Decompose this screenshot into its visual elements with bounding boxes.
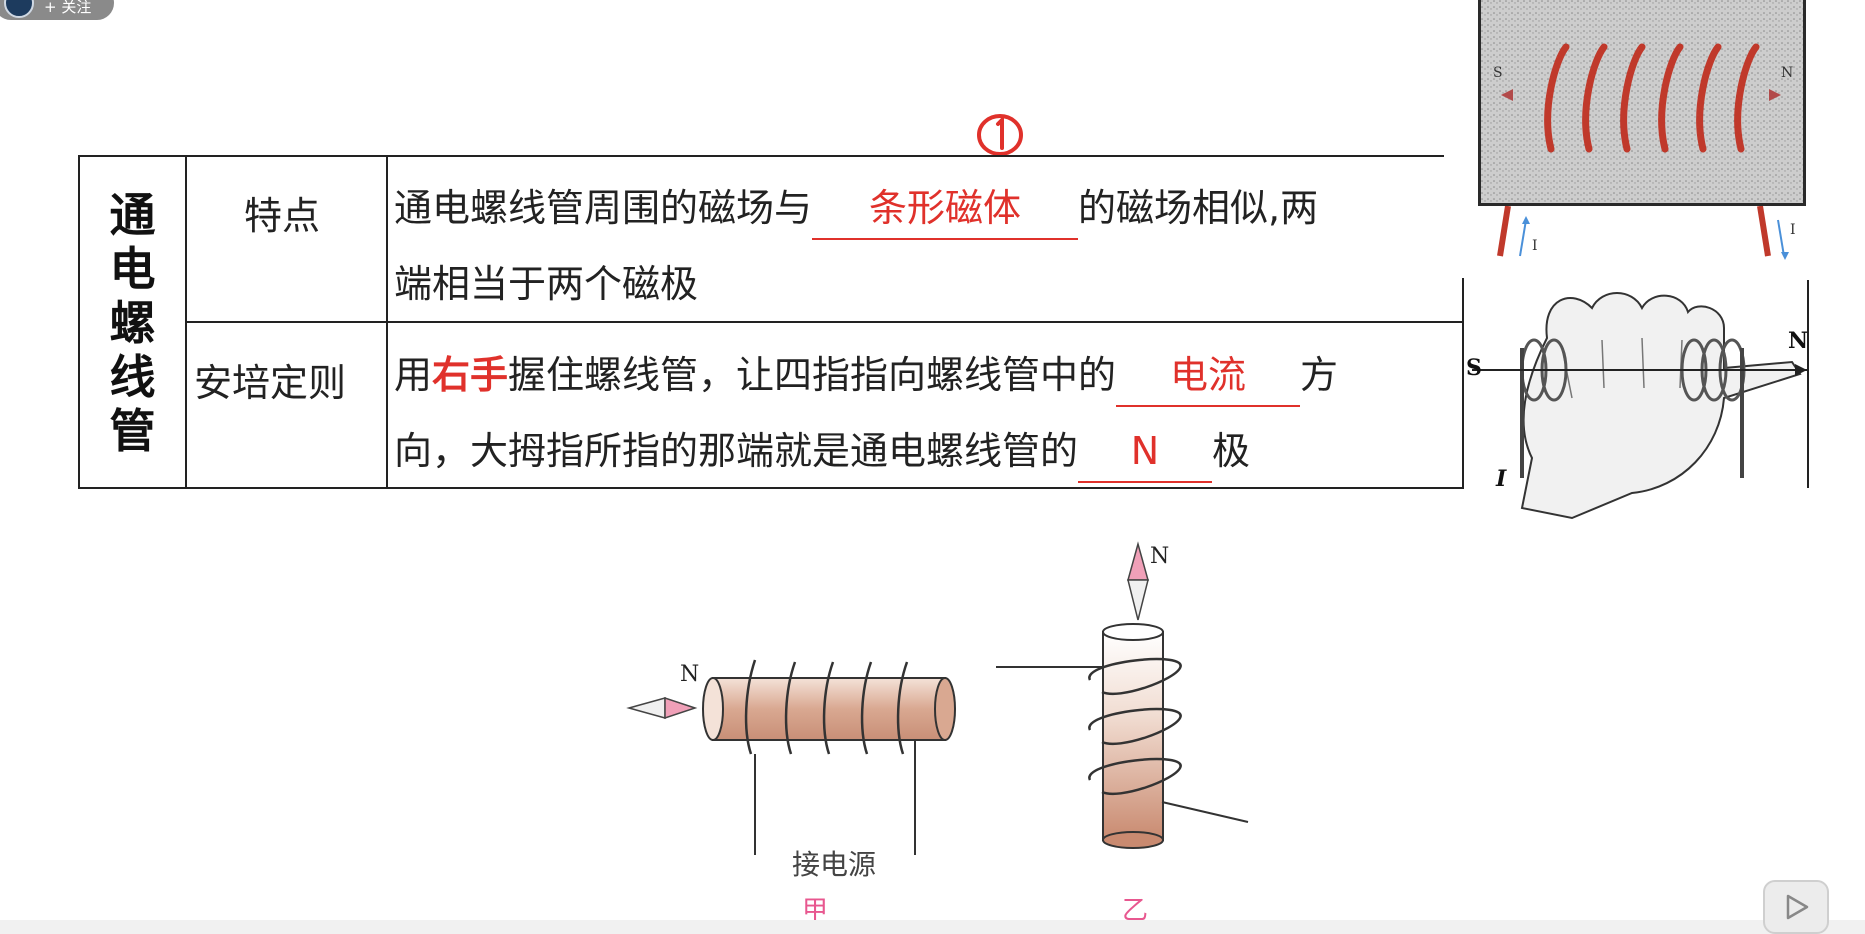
table-col-divider-2 <box>386 155 388 489</box>
row-label-ampere-rule: 安培定则 <box>194 361 347 405</box>
follow-badge[interactable]: + 关注 <box>0 0 114 20</box>
answer-blank-current: 电流 <box>1116 345 1301 407</box>
table-top-border <box>78 155 1444 157</box>
ampere-line-1: 用右手握住螺线管，让四指指向螺线管中的 电流方 <box>394 337 1338 413</box>
title-char: 电 <box>109 242 156 296</box>
row-ampere-content: 用右手握住螺线管，让四指指向螺线管中的 电流方 向，大拇指所指的那端就是通电螺线管… <box>394 337 1338 489</box>
figure-yi-vertical-solenoid <box>996 541 1249 849</box>
features-line-2: 端相当于两个磁极 <box>394 262 699 306</box>
text: 的磁场相似,两 <box>1078 186 1319 230</box>
avatar <box>4 0 34 18</box>
hand-current-label: I <box>1496 466 1507 492</box>
photo-n-label: N <box>1781 65 1794 81</box>
photo-s-label: S <box>1493 65 1503 81</box>
ampere-line-2: 向，大拇指所指的那端就是通电螺线管的 N 极 <box>394 413 1338 489</box>
solenoid-filings-photo: S N <box>1478 0 1806 206</box>
hand-n-label: N <box>1788 328 1809 354</box>
figure-jia-horizontal-solenoid <box>626 659 956 855</box>
answer-blank-bar-magnet: 条形磁体 <box>812 178 1079 240</box>
photo-current-right: I <box>1790 222 1796 238</box>
text: 极 <box>1212 429 1251 473</box>
title-char: 管 <box>109 404 156 458</box>
play-button[interactable] <box>1763 880 1829 934</box>
handwritten-annotation <box>977 114 1023 156</box>
emphasis-right-hand: 右手 <box>432 353 509 397</box>
solenoid-photo-drawing <box>1481 0 1803 203</box>
row-label-features: 特点 <box>244 194 321 238</box>
text: 向，大拇指所指的那端就是通电螺线管的 <box>394 429 1079 473</box>
title-char: 螺 <box>109 296 156 350</box>
table-title: 通 电 螺 线 管 <box>80 158 185 488</box>
answer-blank-pole: N <box>1078 421 1213 483</box>
text: 握住螺线管，让四指指向螺线管中的 <box>508 353 1117 397</box>
yi-n-label: N <box>1150 544 1170 569</box>
jia-power-label: 接电源 <box>792 848 877 881</box>
right-hand-rule-figure <box>1472 280 1809 520</box>
jia-n-label: N <box>680 662 700 687</box>
features-line-1: 通电螺线管周围的磁场与 条形磁体 的磁场相似,两 <box>394 170 1318 246</box>
play-icon <box>1786 894 1809 920</box>
title-char: 线 <box>109 350 156 404</box>
bottom-bar <box>0 920 1865 934</box>
text: 方 <box>1300 353 1339 397</box>
text: 通电螺线管周围的磁场与 <box>394 186 813 230</box>
photo-leads <box>1497 206 1789 260</box>
follow-label: + 关注 <box>44 0 92 16</box>
table-col-divider-1 <box>185 155 187 489</box>
title-char: 通 <box>109 188 156 242</box>
photo-current-left: I <box>1532 238 1538 254</box>
hand-s-label: S <box>1466 355 1482 381</box>
row-features-content: 通电螺线管周围的磁场与 条形磁体 的磁场相似,两 端相当于两个磁极 <box>394 170 1318 322</box>
text: 用 <box>394 353 433 397</box>
